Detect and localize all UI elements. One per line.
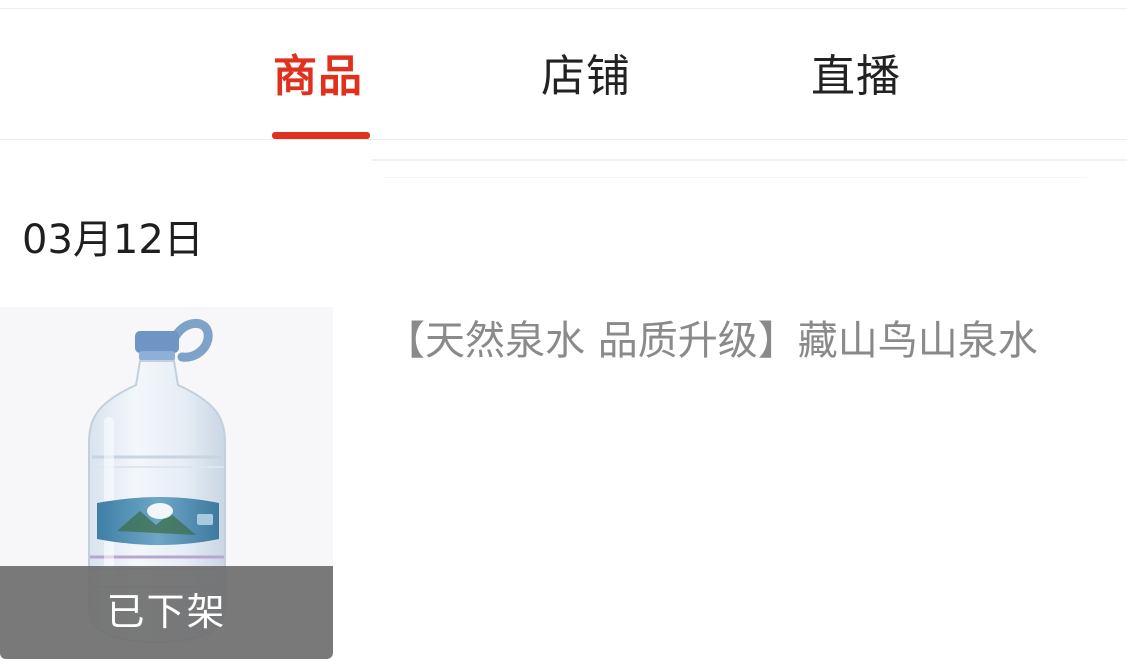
date-header: 03月12日	[22, 217, 204, 263]
tab-live[interactable]: 直播	[811, 49, 901, 105]
active-tab-indicator	[272, 132, 370, 139]
tab-shops[interactable]: 店铺	[541, 49, 631, 105]
section-divider-faint	[384, 177, 1087, 178]
product-title[interactable]: 【天然泉水 品质升级】藏山鸟山泉水	[385, 312, 1115, 370]
tab-bar: 商品 店铺 直播	[0, 9, 1127, 140]
favorites-page: 商品 店铺 直播 03月12日 已下架 【天然泉水 品质升级】藏山鸟山泉水	[0, 0, 1127, 667]
tab-products[interactable]: 商品	[273, 49, 363, 105]
section-divider	[372, 159, 1127, 161]
status-badge-removed: 已下架	[0, 566, 333, 659]
product-thumbnail[interactable]: 已下架	[0, 307, 333, 659]
